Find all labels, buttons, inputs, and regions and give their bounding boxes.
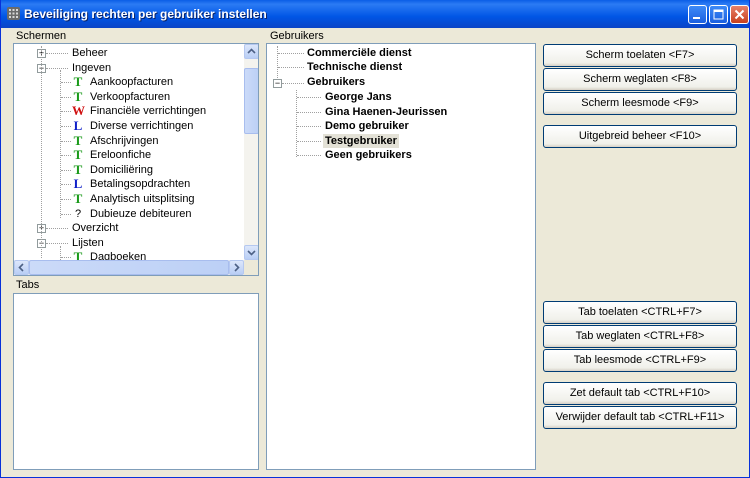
schermen-tree[interactable]: + Beheer − Ingeven T Aankoopfacturen T Verkoopf… — [13, 43, 259, 276]
tab-weglaten-button[interactable]: Tab weglaten <CTRL+F8> — [543, 325, 737, 348]
schermen-tree-item[interactable]: Domiciliëring — [90, 163, 153, 177]
leesmode-icon: L — [73, 176, 83, 192]
tree-line — [282, 83, 304, 85]
minimize-icon — [693, 17, 700, 19]
leesmode-icon: L — [73, 118, 83, 133]
toelaten-icon: T — [73, 88, 83, 104]
tree-line — [297, 126, 321, 128]
schermen-tree-item[interactable]: Dubieuze debiteuren — [90, 207, 192, 221]
zet-default-tab-button[interactable]: Zet default tab <CTRL+F10> — [543, 382, 737, 405]
toelaten-icon: T — [73, 161, 83, 177]
arrow-left-icon — [18, 263, 24, 272]
tree-line — [61, 213, 71, 216]
schermen-tree-item[interactable]: Financiële verrichtingen — [90, 104, 206, 118]
tree-line — [61, 140, 71, 143]
window-title: Beveiliging rechten per gebruiker instel… — [24, 7, 267, 21]
tree-line — [46, 67, 68, 70]
user-item[interactable]: Gina Haenen-Jeurissen — [325, 105, 447, 119]
scrollbar-corner — [244, 260, 258, 275]
verwijder-default-tab-button[interactable]: Verwijder default tab <CTRL+F11> — [543, 406, 737, 429]
toelaten-icon: T — [73, 147, 83, 163]
tree-line — [61, 111, 71, 113]
main-window: Beveiliging rechten per gebruiker instel… — [0, 0, 750, 478]
hscroll-thumb[interactable] — [29, 260, 229, 275]
gebruikers-tree[interactable]: Commerciële dienst Technische dienst − G… — [266, 43, 536, 470]
tree-line — [61, 126, 71, 128]
tab-leesmode-button[interactable]: Tab leesmode <CTRL+F9> — [543, 349, 737, 372]
title-bar[interactable]: Beveiliging rechten per gebruiker instel… — [1, 0, 749, 28]
schermen-tree-item[interactable]: Afschrijvingen — [90, 134, 158, 148]
user-item[interactable]: Demo gebruiker — [325, 119, 409, 133]
toelaten-icon: T — [73, 191, 83, 206]
tree-line — [61, 199, 71, 201]
weglaten-icon: W — [72, 103, 85, 119]
tree-line — [61, 169, 71, 172]
tree-line — [297, 97, 321, 99]
scherm-toelaten-button[interactable]: Scherm toelaten <F7> — [543, 44, 737, 67]
maximize-button[interactable] — [709, 5, 728, 24]
arrow-up-icon — [247, 48, 256, 54]
gebruikers-label: Gebruikers — [270, 30, 324, 42]
schermen-hscrollbar[interactable] — [14, 260, 244, 275]
maximize-icon — [713, 9, 724, 20]
tree-item-technische-dienst[interactable]: Technische dienst — [307, 60, 402, 74]
tree-line — [46, 242, 68, 245]
tree-line — [60, 246, 62, 260]
tree-line — [297, 140, 321, 143]
schermen-vscrollbar[interactable] — [244, 44, 258, 260]
tree-item-gebruikers[interactable]: Gebruikers — [307, 75, 365, 89]
tabs-list[interactable] — [13, 293, 259, 470]
toelaten-icon: T — [73, 74, 83, 90]
tree-line — [60, 70, 62, 218]
user-item[interactable]: George Jans — [325, 90, 392, 104]
schermen-tree-item[interactable]: Analytisch uitsplitsing — [90, 192, 195, 206]
tree-line — [41, 46, 43, 258]
tree-line — [278, 67, 304, 69]
scherm-leesmode-button[interactable]: Scherm leesmode <F9> — [543, 92, 737, 115]
collapse-gebruikers-toggle[interactable]: − — [273, 79, 282, 88]
minus-icon: − — [274, 78, 281, 88]
schermen-tree-item[interactable]: Ereloonfiche — [90, 148, 151, 162]
close-icon — [734, 9, 745, 20]
tree-line — [61, 96, 71, 99]
close-button[interactable] — [730, 5, 749, 24]
tree-line — [61, 82, 71, 84]
tree-line — [297, 111, 321, 114]
minimize-button[interactable] — [688, 5, 707, 24]
arrow-right-icon — [234, 263, 240, 272]
schermen-tree-item[interactable]: Betalingsopdrachten — [90, 177, 190, 191]
user-item[interactable]: Geen gebruikers — [325, 148, 412, 162]
uitgebreid-beheer-button[interactable]: Uitgebreid beheer <F10> — [543, 125, 737, 148]
schermen-tree-item[interactable]: Lijsten — [72, 236, 104, 250]
scherm-weglaten-button[interactable]: Scherm weglaten <F8> — [543, 68, 737, 91]
tree-line — [296, 90, 298, 157]
scroll-right-button[interactable] — [229, 260, 244, 275]
tree-line — [61, 155, 71, 157]
user-item[interactable]: Testgebruiker — [323, 133, 399, 148]
scroll-thumb[interactable] — [244, 68, 258, 134]
toelaten-icon: T — [73, 132, 83, 148]
scroll-up-button[interactable] — [244, 44, 258, 59]
tabs-label: Tabs — [16, 279, 40, 291]
tree-line — [61, 184, 71, 186]
schermen-tree-item[interactable]: Overzicht — [72, 221, 118, 235]
schermen-tree-item[interactable]: Verkoopfacturen — [90, 90, 170, 104]
schermen-tree-item[interactable]: Beheer — [72, 46, 107, 60]
schermen-tree-item[interactable]: Ingeven — [72, 61, 111, 75]
arrow-down-icon — [247, 250, 256, 256]
scroll-left-button[interactable] — [14, 260, 29, 275]
tree-line — [278, 53, 304, 55]
schermen-tree-item[interactable]: Diverse verrichtingen — [90, 119, 193, 133]
tree-line — [46, 53, 68, 55]
schermen-label: Schermen — [16, 30, 67, 42]
tree-line — [46, 228, 68, 230]
tree-line — [297, 155, 321, 157]
tab-toelaten-button[interactable]: Tab toelaten <CTRL+F7> — [543, 301, 737, 324]
tree-item-commerciele-dienst[interactable]: Commerciële dienst — [307, 46, 412, 60]
app-icon — [7, 7, 20, 20]
unknown-icon: ? — [74, 207, 82, 220]
scroll-down-button[interactable] — [244, 245, 258, 260]
schermen-tree-item[interactable]: Aankoopfacturen — [90, 75, 173, 89]
